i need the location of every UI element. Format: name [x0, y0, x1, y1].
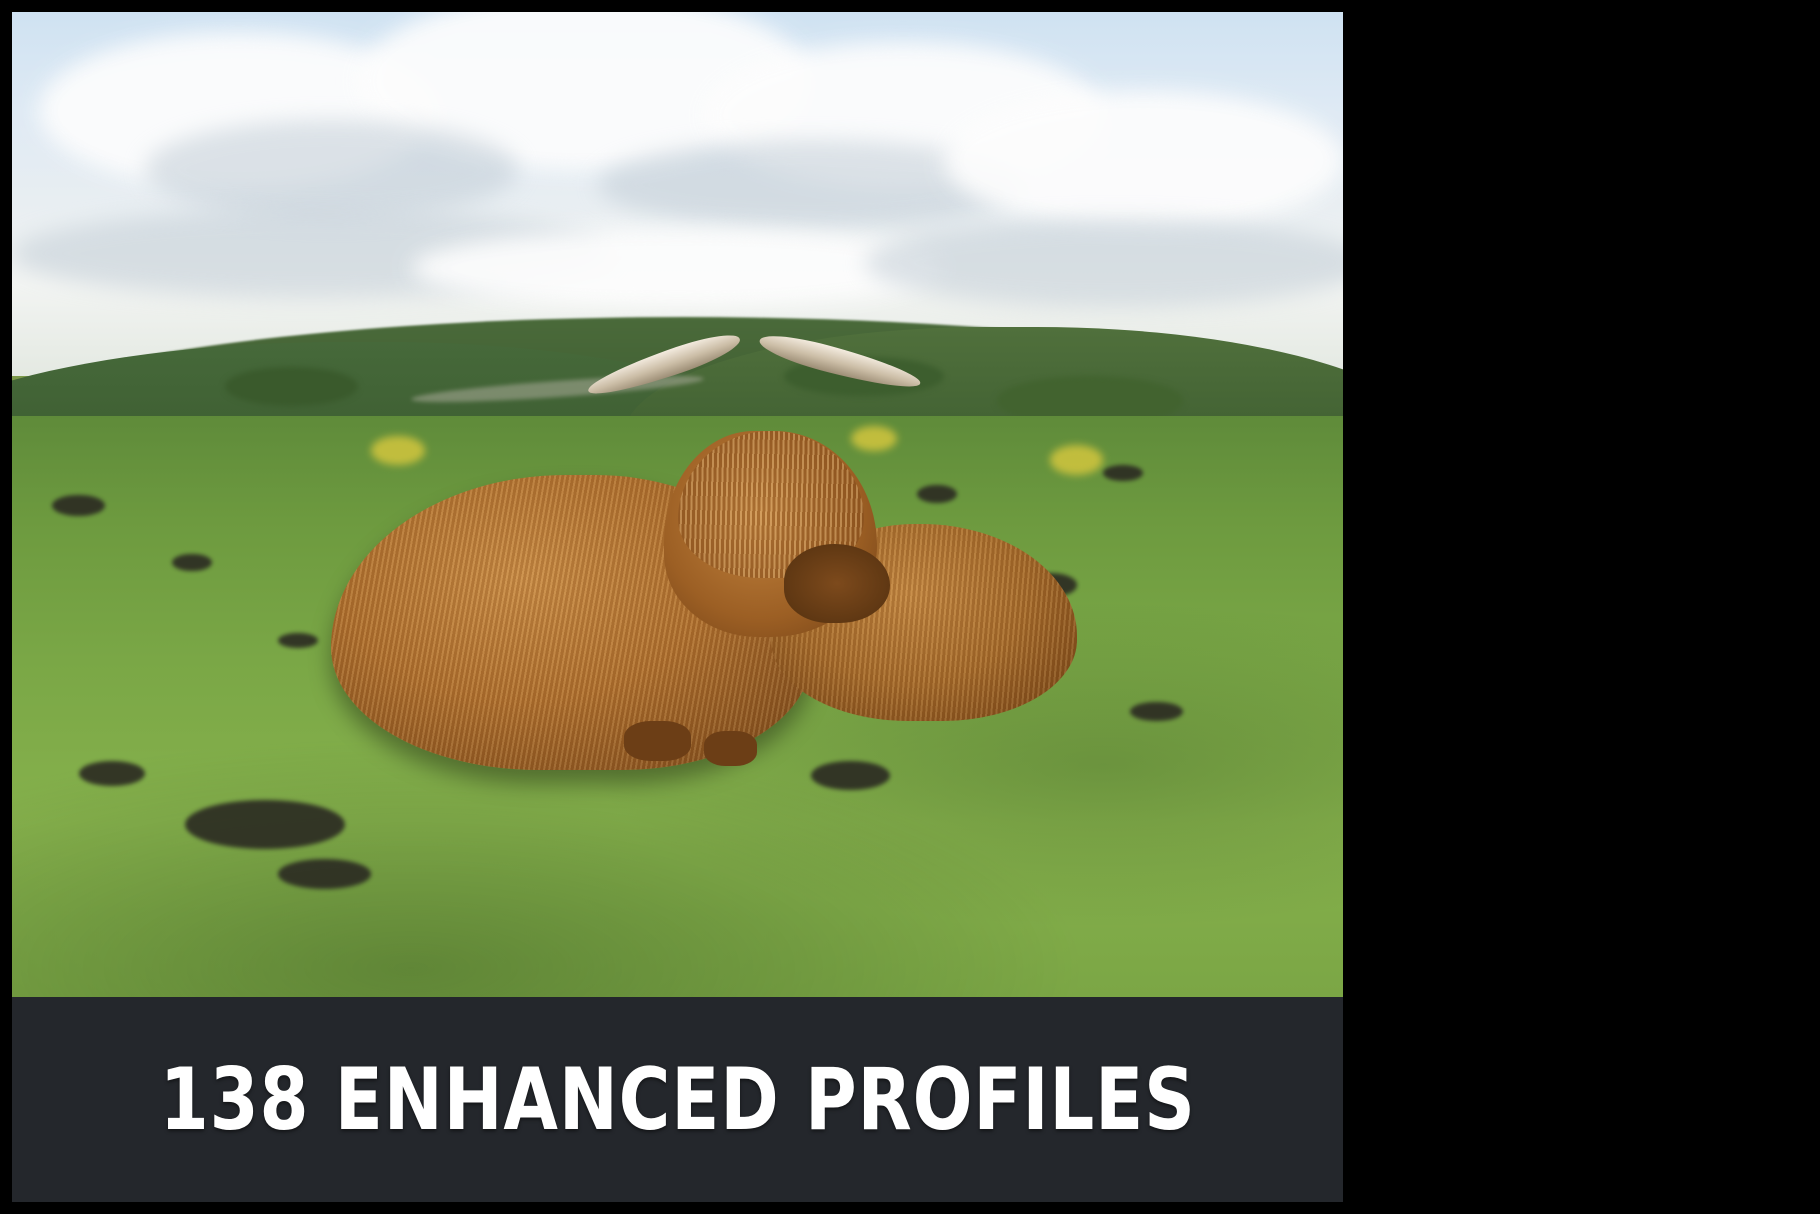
- profile-panel: Back Profile ••• Background Defocus - Ra…: [1355, 0, 1820, 1214]
- caption-banner: 138 ENHANCED PROFILES: [12, 997, 1343, 1202]
- app-screenshot: 138 ENHANCED PROFILES Back Profile ••• B…: [0, 0, 1820, 1214]
- caption-text: 138 ENHANCED PROFILES: [159, 1049, 1196, 1150]
- photo-pane: 138 ENHANCED PROFILES: [0, 0, 1355, 1214]
- main-photo[interactable]: [12, 12, 1343, 997]
- cow-muzzle: [783, 543, 891, 623]
- photo-scene: [12, 12, 1343, 997]
